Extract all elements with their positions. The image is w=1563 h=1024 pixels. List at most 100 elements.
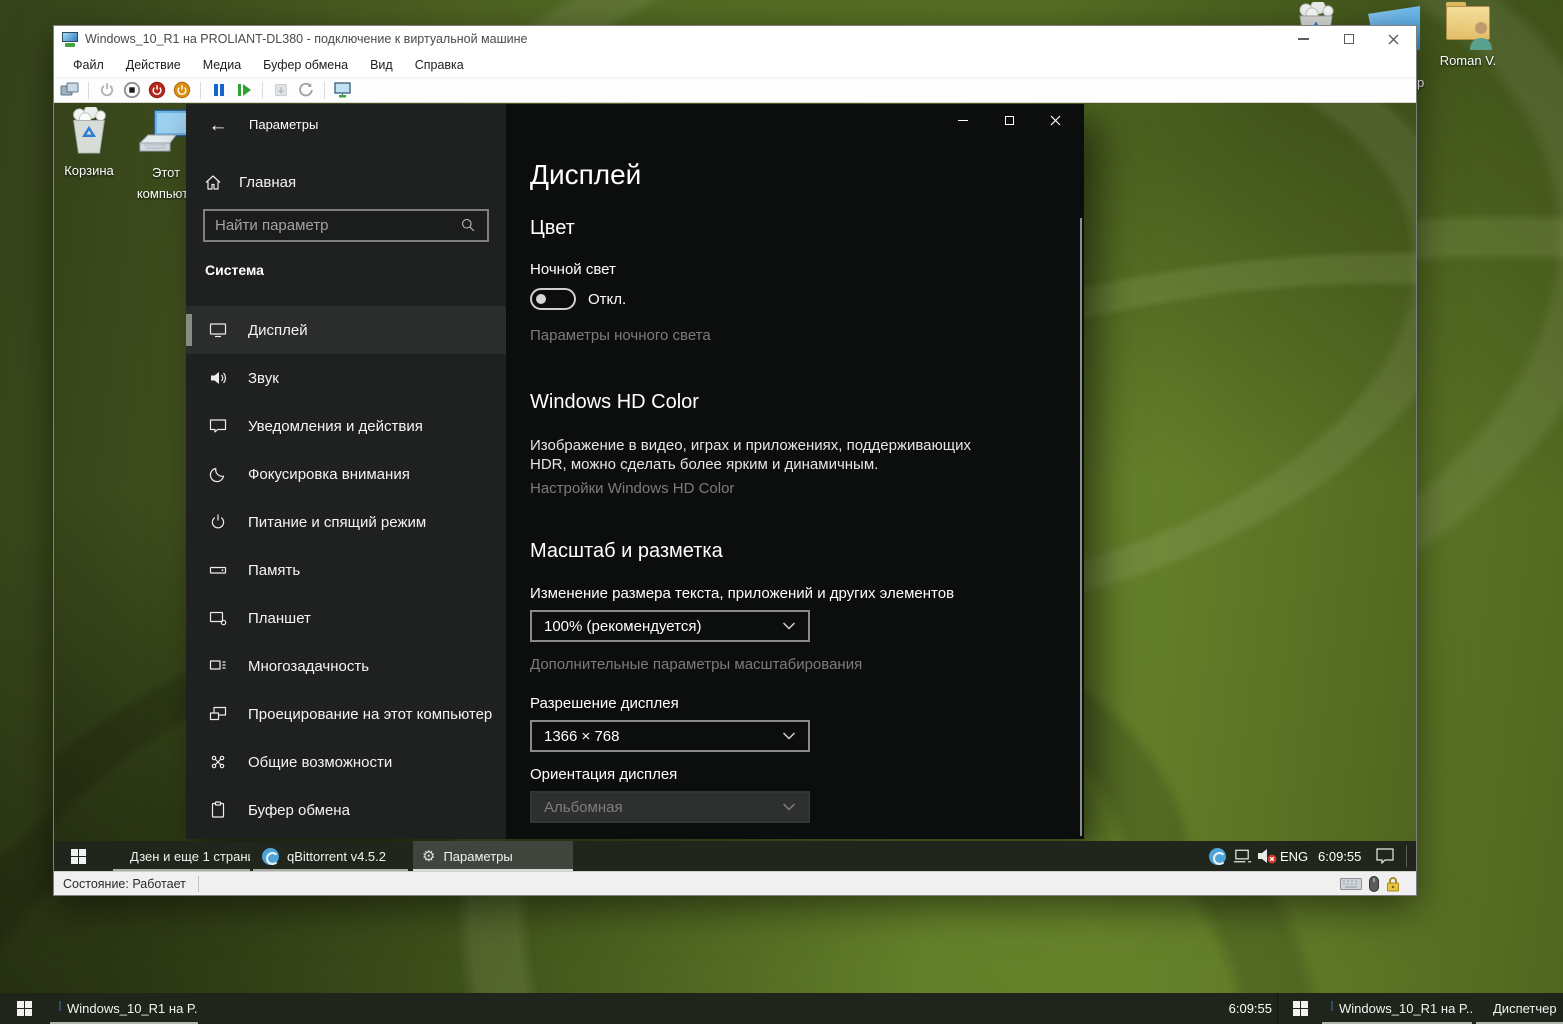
person-icon <box>1468 20 1494 50</box>
focus-moon-icon <box>208 464 228 484</box>
back-button[interactable]: ← <box>200 111 236 141</box>
display-icon <box>208 320 228 340</box>
hd-color-heading: Windows HD Color <box>530 391 699 414</box>
hd-color-settings-link[interactable]: Настройки Windows HD Color <box>530 480 734 497</box>
host-taskbar-item-task-manager[interactable]: Диспетчер <box>1476 993 1563 1024</box>
sidebar-item-label: Звук <box>248 370 279 387</box>
tray-language-indicator[interactable]: ENG <box>1280 841 1308 871</box>
taskbar-item-edge[interactable]: Дзен и еще 1 страни... <box>113 841 250 871</box>
vm-screen: Корзина Этот компьюте ← Параметры <box>54 103 1416 871</box>
maximize-button[interactable] <box>986 104 1032 137</box>
orientation-value: Альбомная <box>544 799 623 816</box>
sidebar-item-sound[interactable]: Звук <box>186 354 506 402</box>
taskbar-item-label: Windows_10_R1 на P... <box>67 1001 198 1016</box>
vm-menubar: Файл Действие Медиа Буфер обмена Вид Спр… <box>54 52 1416 77</box>
search-icon[interactable] <box>460 217 477 234</box>
menu-media[interactable]: Медиа <box>192 52 252 77</box>
sidebar-item-focus-assist[interactable]: Фокусировка внимания <box>186 450 506 498</box>
icon-label: Roman V. <box>1436 50 1500 71</box>
windows-logo-icon <box>71 849 86 864</box>
resolution-label: Разрешение дисплея <box>530 695 679 712</box>
menu-help[interactable]: Справка <box>404 52 475 77</box>
icon-label: Корзина <box>56 160 122 181</box>
minimize-button[interactable] <box>1281 26 1326 52</box>
close-button[interactable] <box>1032 104 1078 137</box>
taskbar-item-settings[interactable]: ⚙ Параметры <box>413 841 573 871</box>
sidebar-item-home[interactable]: Главная <box>203 166 296 198</box>
sidebar-item-clipboard[interactable]: Буфер обмена <box>186 786 506 834</box>
power-icon <box>208 512 228 532</box>
scale-dropdown[interactable]: 100% (рекомендуется) <box>530 610 810 642</box>
vm-statusbar: Состояние: Работает <box>54 871 1416 895</box>
enhanced-session-button[interactable] <box>332 79 354 101</box>
pause-vm-button[interactable] <box>208 79 230 101</box>
vm-start-button[interactable] <box>54 841 102 871</box>
settings-app-title: Параметры <box>249 117 318 132</box>
menu-view[interactable]: Вид <box>359 52 404 77</box>
orientation-dropdown: Альбомная <box>530 791 810 823</box>
host-taskbar-item-vmconnect-2[interactable]: Windows_10_R1 на P... <box>1322 993 1472 1024</box>
host-clock[interactable]: 6:09:55 <box>1180 993 1272 1024</box>
ctrl-alt-del-button[interactable] <box>59 79 81 101</box>
settings-caption-buttons <box>940 104 1078 137</box>
home-label: Главная <box>239 174 296 191</box>
menu-clipboard[interactable]: Буфер обмена <box>252 52 359 77</box>
night-light-settings-link[interactable]: Параметры ночного света <box>530 327 711 344</box>
sidebar-item-shared-experiences[interactable]: Общие возможности <box>186 738 506 786</box>
host-start-button-2[interactable] <box>1278 993 1322 1024</box>
night-light-state: Откл. <box>588 291 626 308</box>
sidebar-item-notifications[interactable]: Уведомления и действия <box>186 402 506 450</box>
turn-off-vm-button[interactable] <box>121 79 143 101</box>
host-taskbar-item-vmconnect[interactable]: Windows_10_R1 на P... <box>50 993 198 1024</box>
color-section-heading: Цвет <box>530 217 575 240</box>
sidebar-item-tablet[interactable]: Планшет <box>186 594 506 642</box>
night-light-label: Ночной свет <box>530 261 616 278</box>
settings-search-box[interactable] <box>203 209 489 242</box>
advanced-scaling-link[interactable]: Дополнительные параметры масштабирования <box>530 656 862 673</box>
menu-file[interactable]: Файл <box>62 52 115 77</box>
checkpoint-button[interactable] <box>270 79 292 101</box>
sound-icon <box>208 368 228 388</box>
action-center-icon[interactable] <box>1370 841 1400 871</box>
taskbar-item-label: Диспетчер <box>1493 1001 1557 1016</box>
tray-network-icon[interactable] <box>1230 841 1254 871</box>
resolution-value: 1366 × 768 <box>544 728 620 745</box>
tray-volume-muted-icon[interactable] <box>1254 841 1280 871</box>
mouse-status-icon <box>1369 876 1379 892</box>
night-light-toggle[interactable] <box>530 288 576 310</box>
taskbar-item-qbittorrent[interactable]: qBittorrent v4.5.2 <box>253 841 408 871</box>
taskbar-item-label: Параметры <box>443 849 512 864</box>
revert-button[interactable] <box>295 79 317 101</box>
minimize-button[interactable] <box>940 104 986 137</box>
sidebar-item-label: Буфер обмена <box>248 802 350 819</box>
menu-action[interactable]: Действие <box>115 52 192 77</box>
sidebar-item-display[interactable]: Дисплей <box>186 306 506 354</box>
host-start-button[interactable] <box>0 993 48 1024</box>
sidebar-item-projecting[interactable]: Проецирование на этот компьютер <box>186 690 506 738</box>
shared-experiences-icon <box>208 752 228 772</box>
shutdown-vm-button[interactable] <box>146 79 168 101</box>
save-vm-button[interactable] <box>171 79 193 101</box>
tray-qbittorrent-icon[interactable] <box>1204 841 1230 871</box>
scrollbar[interactable] <box>1080 218 1082 836</box>
vm-desktop-icon-recycle-bin[interactable]: Корзина <box>56 107 122 181</box>
orientation-label: Ориентация дисплея <box>530 766 677 783</box>
show-desktop-divider[interactable] <box>1406 845 1407 867</box>
sidebar-item-multitasking[interactable]: Многозадачность <box>186 642 506 690</box>
start-vm-button[interactable] <box>96 79 118 101</box>
storage-icon <box>208 560 228 580</box>
close-button[interactable] <box>1371 26 1416 52</box>
resume-vm-button[interactable] <box>233 79 255 101</box>
sidebar-item-storage[interactable]: Память <box>186 546 506 594</box>
search-input[interactable] <box>215 217 460 234</box>
maximize-button[interactable] <box>1326 26 1371 52</box>
tray-clock[interactable]: 6:09:55 <box>1318 841 1361 871</box>
keyboard-status-icon <box>1340 878 1362 890</box>
resolution-dropdown[interactable]: 1366 × 768 <box>530 720 810 752</box>
gear-icon: ⚙ <box>422 849 435 864</box>
desktop-icon-roman-v[interactable]: Roman V. <box>1436 6 1500 71</box>
settings-window: ← Параметры Главная Система Дисплей <box>186 104 1084 839</box>
sidebar-item-power-sleep[interactable]: Питание и спящий режим <box>186 498 506 546</box>
sidebar-item-label: Многозадачность <box>248 658 369 675</box>
vm-window-titlebar[interactable]: Windows_10_R1 на PROLIANT-DL380 - подклю… <box>54 26 1416 52</box>
